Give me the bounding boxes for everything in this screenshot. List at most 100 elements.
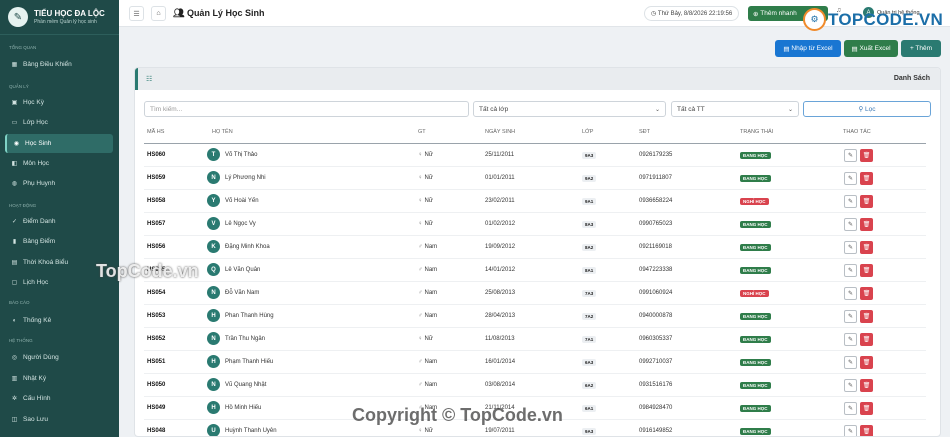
sidebar-item-chart[interactable]: ▮ Bảng Điểm bbox=[5, 232, 113, 251]
edit-button[interactable]: ✎ bbox=[844, 356, 857, 369]
table-row[interactable]: HS051 H Phạm Thanh Hiếu ♂ Nam 16/01/2014 6A3 09… bbox=[144, 351, 926, 374]
clock-icon: ◷ bbox=[651, 11, 658, 17]
delete-button[interactable]: 🗑︎ bbox=[860, 402, 873, 415]
table-row[interactable]: HS057 V Lê Ngọc Vy ♀ Nữ 01/02/2012 8A3 09907650… bbox=[144, 213, 926, 236]
delete-button[interactable]: 🗑︎ bbox=[860, 356, 873, 369]
edit-button[interactable]: ✎ bbox=[844, 425, 857, 436]
add-student-button[interactable]: + Thêm bbox=[901, 40, 941, 57]
delete-button[interactable]: 🗑︎ bbox=[860, 287, 873, 300]
table-row[interactable]: HS052 N Trần Thu Ngân ♀ Nữ 11/08/2013 7A1 09603… bbox=[144, 328, 926, 351]
pencil-icon: ✎ bbox=[847, 314, 854, 320]
sidebar-item-log[interactable]: ▥ Nhật Ký bbox=[5, 369, 113, 388]
delete-button[interactable]: 🗑︎ bbox=[860, 149, 873, 162]
edit-button[interactable]: ✎ bbox=[844, 333, 857, 346]
student-id: HS058 bbox=[147, 198, 166, 204]
sidebar: ✎ TIỂU HỌC ĐA LỘC Phần mềm Quản lý học s… bbox=[0, 0, 119, 437]
table-row[interactable]: HS055 Q Lê Văn Quân ♂ Nam 14/01/2012 8A1 094722… bbox=[144, 259, 926, 282]
sidebar-item-parents[interactable]: ◍ Phụ Huynh bbox=[5, 174, 113, 193]
home-icon[interactable]: ⌂ bbox=[151, 6, 166, 21]
sidebar-item-stats[interactable]: ◐ Thống Kê bbox=[5, 311, 113, 330]
table-row[interactable]: HS056 K Đặng Minh Khoa ♂ Nam 19/09/2012 8A2 092… bbox=[144, 236, 926, 259]
edit-button[interactable]: ✎ bbox=[844, 287, 857, 300]
import-label: Nhập từ Excel bbox=[791, 45, 833, 52]
edit-button[interactable]: ✎ bbox=[844, 402, 857, 415]
table-row[interactable]: HS060 T Võ Thị Thảo ♀ Nữ 25/11/2011 9A3 0926179… bbox=[144, 144, 926, 167]
date-of-birth: 19/09/2012 bbox=[485, 244, 516, 250]
student-name: Lý Phương Nhi bbox=[225, 174, 266, 181]
edit-button[interactable]: ✎ bbox=[844, 218, 857, 231]
class-select[interactable]: Tất cả lớp ⌄ bbox=[473, 101, 666, 117]
export-excel-button[interactable]: ▤ Xuất Excel bbox=[844, 40, 898, 57]
status-badge: ĐANG HỌC bbox=[740, 382, 771, 389]
sidebar-item-check[interactable]: ✓ Điểm Danh bbox=[5, 212, 113, 231]
col-header-dob[interactable]: NGÀY SINH bbox=[485, 129, 515, 135]
status-select[interactable]: Tất cả TT ⌄ bbox=[671, 101, 799, 117]
col-header-gender[interactable]: GT bbox=[418, 129, 426, 135]
avatar: U bbox=[207, 424, 220, 436]
date-of-birth: 25/11/2011 bbox=[485, 152, 515, 158]
pencil-icon: ✎ bbox=[847, 337, 854, 343]
table-row[interactable]: HS054 N Đỗ Văn Nam ♂ Nam 25/08/2013 7A3 0991060… bbox=[144, 282, 926, 305]
date-of-birth: 01/02/2012 bbox=[485, 221, 516, 227]
sidebar-item-users[interactable]: ◎ Người Dùng bbox=[5, 348, 113, 367]
delete-button[interactable]: 🗑︎ bbox=[860, 241, 873, 254]
pencil-icon: ✎ bbox=[847, 429, 854, 435]
edit-button[interactable]: ✎ bbox=[844, 172, 857, 185]
import-excel-button[interactable]: ▤ Nhập từ Excel bbox=[775, 40, 841, 57]
search-input[interactable]: Tìm kiếm... bbox=[144, 101, 469, 117]
col-header-id[interactable]: MÃ HS bbox=[147, 129, 164, 135]
quick-add-label: Thêm nhanh bbox=[760, 10, 797, 17]
dashboard-icon: ▦ bbox=[11, 62, 18, 68]
delete-button[interactable]: 🗑︎ bbox=[860, 264, 873, 277]
delete-button[interactable]: 🗑︎ bbox=[860, 425, 873, 436]
avatar: N bbox=[207, 378, 220, 391]
table-row[interactable]: HS053 H Phan Thanh Hùng ♂ Nam 28/04/2013 7A2 09… bbox=[144, 305, 926, 328]
avatar: N bbox=[207, 286, 220, 299]
sidebar-item-calendar[interactable]: ▣ Học Kỳ bbox=[5, 93, 113, 112]
edit-button[interactable]: ✎ bbox=[844, 264, 857, 277]
filter-button[interactable]: ⚲ Lọc bbox=[803, 101, 931, 117]
student-name: Hồ Minh Hiếu bbox=[225, 404, 262, 411]
student-name: Trần Thu Ngân bbox=[225, 335, 266, 342]
menu-toggle-icon[interactable]: ☰ bbox=[129, 6, 144, 21]
edit-button[interactable]: ✎ bbox=[844, 195, 857, 208]
delete-button[interactable]: 🗑︎ bbox=[860, 172, 873, 185]
student-name: Lê Văn Quân bbox=[225, 266, 261, 273]
delete-button[interactable]: 🗑︎ bbox=[860, 379, 873, 392]
student-id: HS057 bbox=[147, 221, 166, 227]
delete-button[interactable]: 🗑︎ bbox=[860, 333, 873, 346]
col-header-class[interactable]: LỚP bbox=[582, 129, 593, 135]
edit-button[interactable]: ✎ bbox=[844, 310, 857, 323]
sidebar-item-settings[interactable]: ✲ Cấu Hình bbox=[5, 389, 113, 408]
student-name: Võ Thị Thảo bbox=[225, 151, 258, 158]
status-badge: ĐANG HỌC bbox=[740, 405, 771, 412]
edit-button[interactable]: ✎ bbox=[844, 241, 857, 254]
student-id: HS053 bbox=[147, 313, 166, 319]
sidebar-item-students[interactable]: ◉ Học Sinh bbox=[5, 134, 113, 153]
brand[interactable]: ✎ TIỂU HỌC ĐA LỘC Phần mềm Quản lý học s… bbox=[0, 0, 119, 35]
plus-circle-icon: ⊕ bbox=[753, 10, 761, 18]
card-header: ☷ Danh Sách bbox=[135, 68, 940, 90]
delete-button[interactable]: 🗑︎ bbox=[860, 195, 873, 208]
sidebar-item-classroom[interactable]: ▭ Lớp Học bbox=[5, 113, 113, 132]
status-badge: ĐANG HỌC bbox=[740, 313, 771, 320]
delete-button[interactable]: 🗑︎ bbox=[860, 218, 873, 231]
edit-button[interactable]: ✎ bbox=[844, 149, 857, 162]
trash-icon: 🗑︎ bbox=[862, 360, 871, 366]
date-of-birth: 23/02/2011 bbox=[485, 198, 515, 204]
table-row[interactable]: HS059 N Lý Phương Nhi ♀ Nữ 01/01/2011 9A2 09719… bbox=[144, 167, 926, 190]
sidebar-item-backup[interactable]: ◫ Sao Lưu bbox=[5, 410, 113, 429]
col-header-status[interactable]: TRẠNG THÁI bbox=[740, 129, 773, 135]
table-row[interactable]: HS058 Y Võ Hoài Yến ♀ Nữ 23/02/2011 9A1 0936658… bbox=[144, 190, 926, 213]
delete-button[interactable]: 🗑︎ bbox=[860, 310, 873, 323]
sidebar-item-book[interactable]: ◧ Môn Học bbox=[5, 154, 113, 173]
avatar: K bbox=[207, 240, 220, 253]
table-row[interactable]: HS050 N Vũ Quang Nhật ♂ Nam 03/08/2014 6A2 0931… bbox=[144, 374, 926, 397]
sidebar-item-dashboard[interactable]: ▦ Bảng Điều Khiển bbox=[5, 55, 113, 74]
col-header-phone[interactable]: SĐT bbox=[639, 129, 650, 135]
edit-button[interactable]: ✎ bbox=[844, 379, 857, 392]
student-id: HS052 bbox=[147, 336, 166, 342]
status-badge: ĐANG HỌC bbox=[740, 336, 771, 343]
col-header-name[interactable]: HỌ TÊN bbox=[212, 129, 233, 135]
pencil-icon: ✎ bbox=[847, 176, 854, 182]
